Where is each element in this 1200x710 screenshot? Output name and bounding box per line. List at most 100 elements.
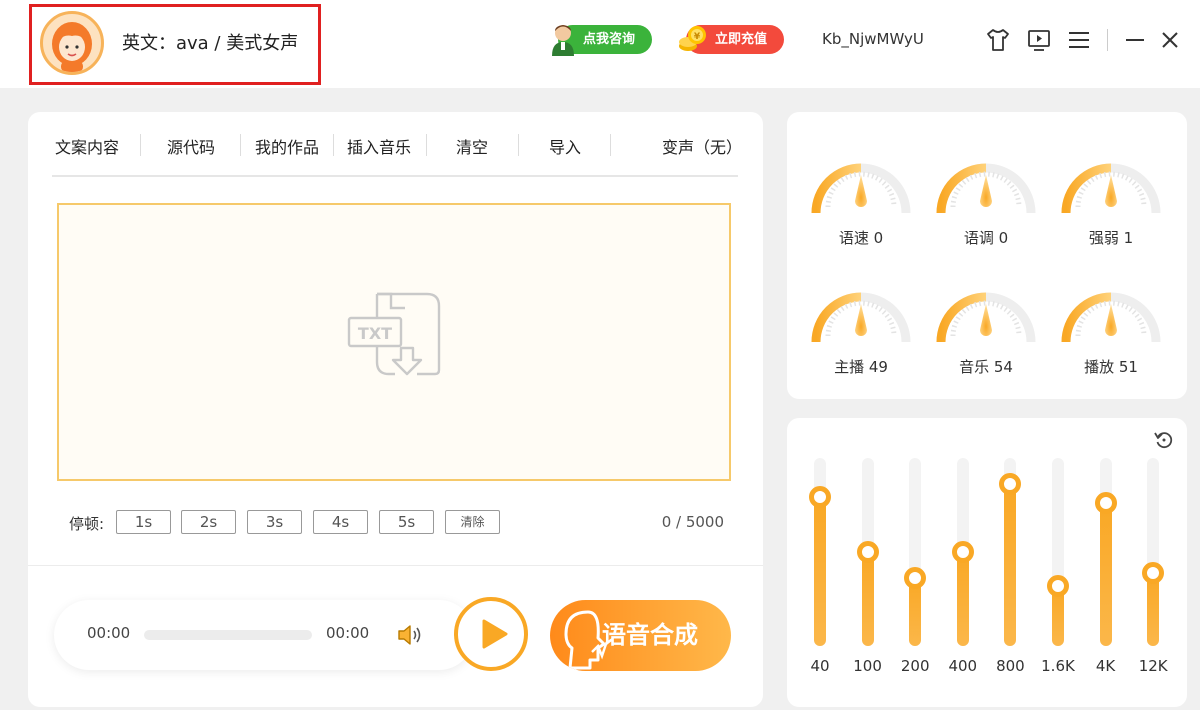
username[interactable]: Kb_NjwMWyU (822, 30, 924, 48)
knob-label: 强弱 1 (1088, 229, 1134, 247)
eq-slider-thumb[interactable] (1142, 561, 1165, 584)
eq-band-label: 200 (900, 657, 930, 675)
playback-progress[interactable] (144, 630, 312, 640)
eq-band-label: 4K (1095, 657, 1116, 675)
speaking-head-icon (558, 608, 610, 671)
panel-divider (28, 565, 763, 566)
character-count: 0 / 5000 (661, 513, 724, 531)
eq-band: 100 (848, 458, 888, 693)
eq-band-label: 100 (853, 657, 882, 675)
knob-label: 播放 51 (1084, 358, 1138, 376)
menu-icon[interactable] (1066, 27, 1092, 53)
knob-dial-icon (1061, 163, 1161, 214)
svg-text:TXT: TXT (358, 324, 392, 343)
knob-label: 语速 0 (838, 229, 884, 247)
consult-label: 点我咨询 (583, 32, 636, 47)
tab-divider (518, 134, 519, 156)
tab-divider (426, 134, 427, 156)
pause-2s-button[interactable]: 2s (181, 510, 236, 534)
eq-slider-fill (861, 552, 874, 646)
pause-3s-button[interactable]: 3s (247, 510, 302, 534)
audio-player: 00:00 00:00 (54, 600, 474, 670)
eq-slider-fill (1004, 484, 1017, 646)
knob-anchor[interactable]: 主播 49 (810, 270, 912, 380)
eq-slider-thumb[interactable] (904, 567, 927, 590)
play-icon (468, 611, 514, 657)
play-button[interactable] (454, 597, 528, 671)
eq-band: 400 (943, 458, 983, 693)
voice-selector[interactable]: 英文：ava / 美式女声 (29, 4, 321, 85)
eq-band: 800 (990, 458, 1030, 693)
eq-band: 4K (1086, 458, 1126, 693)
knob-label: 音乐 54 (959, 358, 1013, 376)
pause-label: 停顿: (69, 515, 105, 533)
pause-clear-button[interactable]: 清除 (445, 510, 500, 534)
tab-clear[interactable]: 清空 (452, 134, 492, 158)
current-time: 00:00 (87, 624, 131, 642)
consult-button[interactable]: 点我咨询 (552, 25, 652, 56)
knob-music[interactable]: 音乐 54 (935, 270, 1037, 380)
titlebar-divider (1107, 29, 1108, 51)
knob-playback[interactable]: 播放 51 (1060, 270, 1162, 380)
eq-band-label: 800 (996, 657, 1025, 675)
eq-slider-thumb[interactable] (1047, 574, 1069, 597)
eq-band: 12K (1133, 458, 1173, 693)
minimize-icon[interactable] (1122, 27, 1148, 53)
eq-slider-fill (956, 552, 969, 646)
pause-1s-button[interactable]: 1s (116, 510, 171, 534)
close-icon[interactable] (1157, 27, 1183, 53)
tab-voice-change[interactable]: 变声（无） (662, 134, 742, 158)
equalizer-panel: 40 100 200 400 800 1.6K 4K 12K (787, 418, 1187, 707)
voice-name: 英文：ava / 美式女声 (122, 33, 299, 54)
knob-label: 主播 49 (834, 358, 888, 376)
text-input-area[interactable]: TXT (57, 203, 731, 481)
editor-panel: 文案内容 源代码 我的作品 插入音乐 清空 导入 变声（无） TXT 停顿: 1… (28, 112, 763, 707)
knob-intensity[interactable]: 强弱 1 (1060, 141, 1162, 251)
knob-label: 语调 0 (963, 229, 1009, 247)
synthesize-label: 语音合成 (602, 621, 698, 649)
pause-4s-button[interactable]: 4s (313, 510, 368, 534)
screen-icon[interactable] (1026, 27, 1052, 53)
tab-my-works[interactable]: 我的作品 (251, 134, 323, 158)
tab-divider (140, 134, 141, 156)
tab-divider (240, 134, 241, 156)
eq-band-label: 400 (948, 657, 978, 675)
voice-parameters-panel: 语速 0 语调 0 强弱 1 主播 49 音乐 54 播放 51 (787, 112, 1187, 399)
tab-insert-music[interactable]: 插入音乐 (343, 134, 415, 158)
svg-text:¥: ¥ (694, 32, 701, 42)
tab-source-code[interactable]: 源代码 (160, 134, 222, 158)
knob-dial-icon (936, 163, 1036, 214)
eq-slider-thumb[interactable] (809, 486, 831, 509)
eq-slider-thumb[interactable] (951, 541, 974, 563)
eq-slider-fill (814, 497, 826, 646)
tab-import[interactable]: 导入 (545, 134, 585, 158)
pause-5s-button[interactable]: 5s (379, 510, 434, 534)
volume-icon[interactable] (396, 623, 424, 651)
knob-pitch[interactable]: 语调 0 (935, 141, 1037, 251)
eq-slider-thumb[interactable] (1094, 492, 1117, 515)
title-bar: 英文：ava / 美式女声 点我咨询 ¥ 立即充值 Kb_NjwMWyU (0, 0, 1200, 88)
synthesize-button[interactable]: 语音合成 (550, 600, 731, 671)
total-time: 00:00 (326, 624, 370, 642)
eq-slider-thumb[interactable] (999, 473, 1022, 496)
tab-text-content[interactable]: 文案内容 (52, 134, 122, 158)
consultant-icon (547, 22, 579, 67)
eq-slider-fill (1099, 503, 1112, 646)
knob-speed[interactable]: 语速 0 (810, 141, 912, 251)
knob-dial-icon (1061, 292, 1161, 343)
eq-band-label: 1.6K (1041, 657, 1075, 675)
eq-band: 200 (895, 458, 935, 693)
eq-band-label: 12K (1138, 657, 1168, 675)
eq-slider-thumb[interactable] (856, 541, 879, 563)
editor-tabs: 文案内容 源代码 我的作品 插入音乐 清空 导入 变声（无） (52, 130, 742, 177)
eq-band: 1.6K (1038, 458, 1078, 693)
shirt-icon[interactable] (985, 27, 1011, 53)
voice-avatar (40, 11, 104, 75)
knob-dial-icon (811, 163, 911, 214)
recharge-label: 立即充值 (715, 32, 768, 47)
recharge-button[interactable]: ¥ 立即充值 (679, 25, 784, 54)
coins-icon: ¥ (676, 22, 710, 67)
txt-file-icon: TXT (347, 290, 443, 386)
reset-icon[interactable] (1153, 429, 1175, 455)
knob-dial-icon (811, 292, 911, 343)
